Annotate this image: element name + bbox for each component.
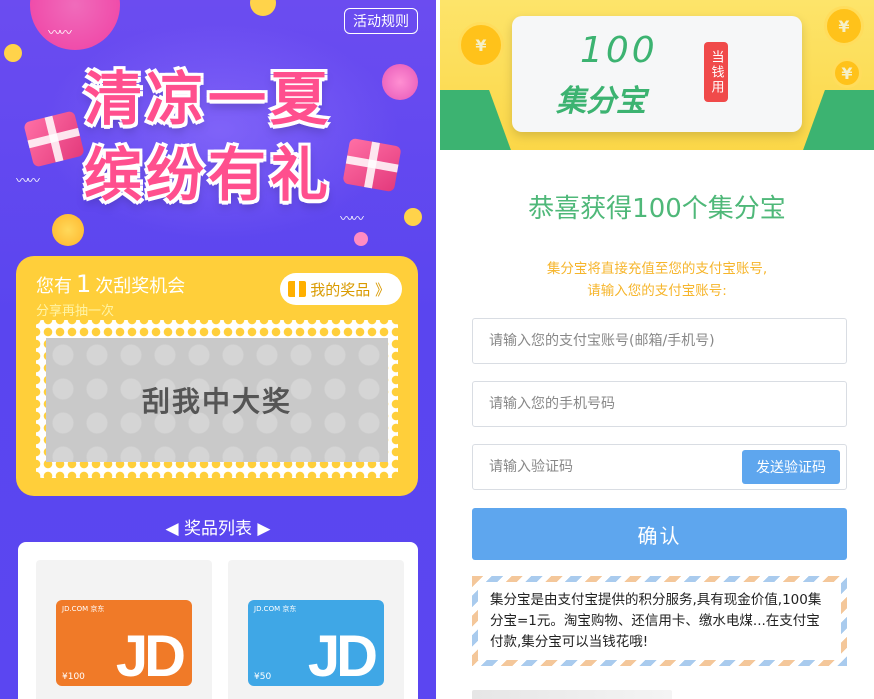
info-text: 集分宝是由支付宝提供的积分服务,具有现金价值,100集分宝=1元。淘宝购物、还信… <box>478 582 841 660</box>
jd-gift-card: JD.COM 京东 JD ¥50 <box>248 600 384 686</box>
prize-list-title: ◀ 奖品列表 ▶ <box>165 519 271 539</box>
scratch-label: 刮我中大奖 <box>141 385 292 418</box>
prize-list: JD.COM 京东 JD ¥100 JD.COM 京东 JD ¥50 <box>18 542 418 699</box>
decor-orb <box>354 232 368 246</box>
info-box: 集分宝是由支付宝提供的积分服务,具有现金价值,100集分宝=1元。淘宝购物、还信… <box>472 576 847 666</box>
coin-icon: ¥ <box>824 6 864 46</box>
coin-icon: ¥ <box>458 22 504 68</box>
jd-logo: JD <box>307 624 378 686</box>
chance-suffix: 次刮奖机会 <box>95 276 186 297</box>
wave-decoration: 〰〰 <box>48 26 72 41</box>
wave-decoration: 〰〰 <box>16 174 40 189</box>
promo-panel: 〰〰 〰〰 〰〰 活动规则 清凉一夏 缤纷有礼 您有 1 次刮奖机会 分享再抽一次 … <box>0 0 436 699</box>
decor-orb <box>52 214 84 246</box>
brand-name: 集分宝 <box>556 84 646 119</box>
card-amount: ¥50 <box>254 672 272 682</box>
my-prizes-button[interactable]: 我的奖品 》 <box>280 273 402 305</box>
rules-button[interactable]: 活动规则 <box>344 8 418 34</box>
wave-decoration: 〰〰 <box>340 212 364 227</box>
jd-logo: JD <box>115 624 186 686</box>
decor-orb <box>30 0 120 50</box>
jd-gift-card: JD.COM 京东 JD ¥100 <box>56 600 192 686</box>
confirm-button[interactable]: 确认 <box>472 508 847 560</box>
chance-count: 1 <box>76 270 92 298</box>
hint-line2: 请输入您的支付宝账号: <box>587 283 727 299</box>
card-brand: JD.COM 京东 <box>254 605 297 613</box>
send-code-button[interactable]: 发送验证码 <box>742 450 840 484</box>
card-brand: JD.COM 京东 <box>62 605 105 613</box>
hero-title-line1: 清凉一夏 <box>84 65 333 133</box>
phone-screen: 100 集分宝 当钱用 <box>512 16 802 132</box>
phone-input[interactable] <box>472 381 847 427</box>
hint-line1: 集分宝将直接充值至您的支付宝账号, <box>546 261 768 277</box>
hint-text: 集分宝将直接充值至您的支付宝账号, 请输入您的支付宝账号: <box>440 258 874 302</box>
congrats-title: 恭喜获得100个集分宝 <box>528 194 786 224</box>
prize-item[interactable]: JD.COM 京东 JD ¥100 <box>36 560 212 699</box>
scratch-area[interactable]: 刮我中大奖 <box>46 338 388 462</box>
chance-text: 您有 1 次刮奖机会 <box>36 270 185 298</box>
right-sleeve <box>803 90 874 150</box>
brand-header: ¥ ¥ ¥ 100 集分宝 当钱用 <box>440 0 874 150</box>
brand-tag: 当钱用 <box>704 42 728 102</box>
hero-title-line2: 缤纷有礼 <box>84 141 333 209</box>
scratch-card: 您有 1 次刮奖机会 分享再抽一次 我的奖品 》 刮我中大奖 <box>16 256 418 496</box>
redeem-panel: ¥ ¥ ¥ 100 集分宝 当钱用 恭喜获得100个集分宝 集分宝将直接充值至您… <box>440 0 874 699</box>
alipay-account-input[interactable] <box>472 318 847 364</box>
gift-box-icon <box>342 137 402 193</box>
decor-orb <box>4 44 22 62</box>
cropped-text <box>472 690 672 699</box>
coin-icon: ¥ <box>832 58 862 88</box>
card-amount: ¥100 <box>62 672 85 682</box>
left-sleeve <box>440 90 511 150</box>
share-text[interactable]: 分享再抽一次 <box>36 300 114 319</box>
my-prizes-label: 我的奖品 》 <box>310 280 390 299</box>
decor-orb <box>404 208 422 226</box>
brand-number: 100 <box>580 30 658 71</box>
gift-icon <box>288 281 307 297</box>
decor-orb <box>250 0 276 16</box>
prize-item[interactable]: JD.COM 京东 JD ¥50 <box>228 560 404 699</box>
chance-prefix: 您有 <box>36 276 72 297</box>
